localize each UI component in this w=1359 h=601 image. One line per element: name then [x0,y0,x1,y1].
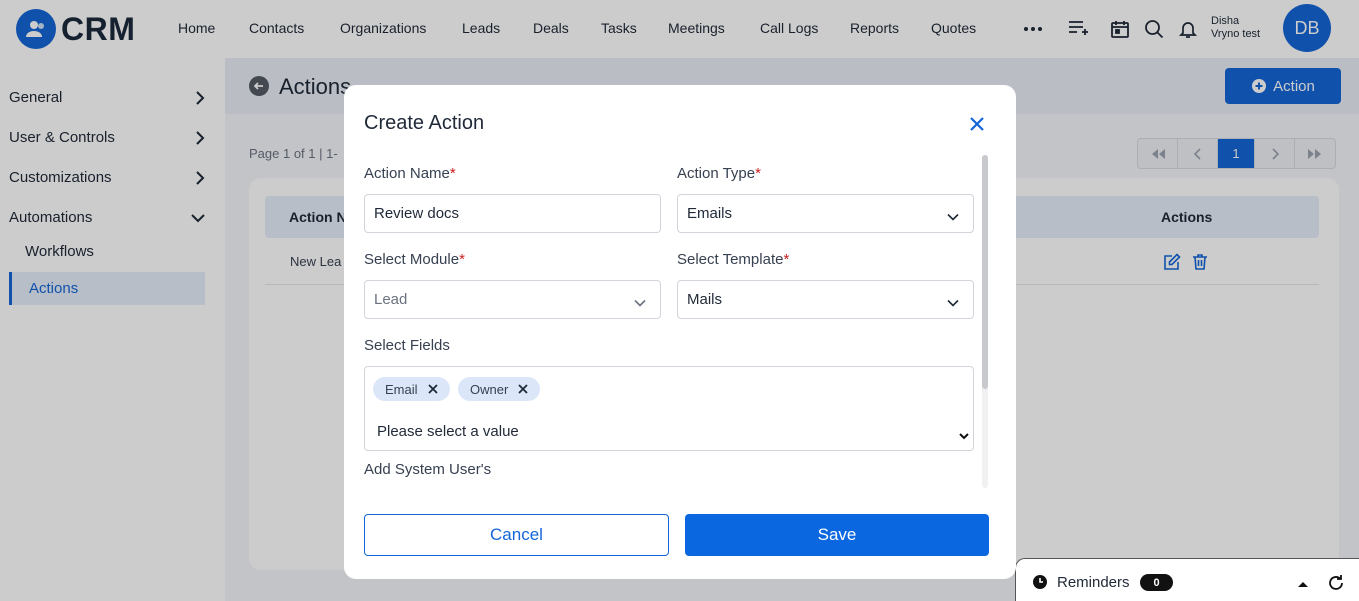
create-action-modal: Create Action Action Name* Review docs A… [344,85,1016,579]
chevron-down-icon [947,208,959,225]
fields-select-placeholder[interactable]: Please select a value [377,423,971,440]
label-text: Select Module [364,251,460,268]
cancel-button[interactable]: Cancel [364,514,669,556]
chip-label: Email [385,381,418,397]
select-fields-multiselect[interactable]: Email Owner Please select a value [364,366,974,451]
chip-label: Owner [470,381,509,397]
action-name-value: Review docs [374,205,460,222]
scrollbar-thumb[interactable] [982,155,988,389]
add-system-users-label: Add System User's [364,461,492,478]
action-name-input[interactable]: Review docs [364,194,661,233]
action-type-label: Action Type* [677,165,761,182]
select-module-select[interactable]: Lead [364,280,661,319]
close-icon[interactable] [968,115,986,133]
chevron-down-icon [634,294,646,311]
remove-chip-icon[interactable] [518,384,528,394]
select-fields-label: Select Fields [364,337,450,354]
label-text: Action Name [364,165,450,182]
reminders-bar[interactable]: Reminders 0 [1015,558,1359,601]
action-type-value: Emails [687,205,733,222]
refresh-icon[interactable] [1327,574,1345,597]
label-text: Select Template [677,251,784,268]
select-template-label: Select Template* [677,251,789,268]
select-template-value: Mails [687,291,723,308]
required-mark: * [459,251,465,268]
chevron-down-icon [947,294,959,311]
field-chip: Owner [458,377,540,401]
modal-scrollbar[interactable] [982,155,988,488]
label-text: Action Type [677,165,756,182]
select-module-value: Lead [374,291,408,308]
save-button[interactable]: Save [685,514,989,556]
select-template-select[interactable]: Mails [677,280,974,319]
reminders-label: Reminders [1057,574,1130,591]
clock-icon [1032,574,1048,595]
action-type-select[interactable]: Emails [677,194,974,233]
caret-up-icon[interactable] [1297,575,1309,593]
select-module-label: Select Module* [364,251,465,268]
modal-title: Create Action [364,112,485,134]
required-mark: * [449,165,456,182]
required-mark: * [783,251,790,268]
reminders-count-badge: 0 [1140,574,1173,591]
chevron-down-icon[interactable] [959,427,969,445]
field-chip: Email [373,377,450,401]
required-mark: * [755,165,761,182]
remove-chip-icon[interactable] [427,384,438,394]
action-name-label: Action Name* [364,165,456,182]
